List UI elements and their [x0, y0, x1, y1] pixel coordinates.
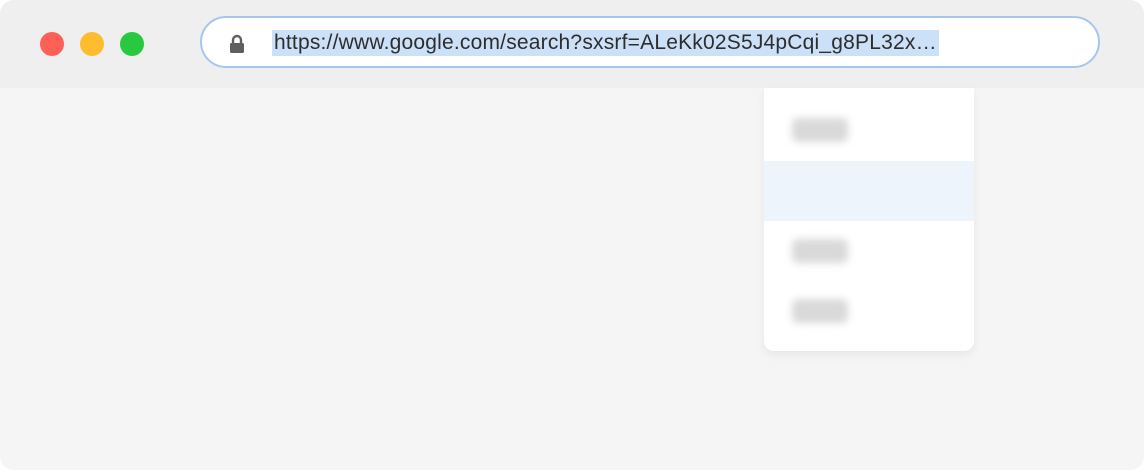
- address-bar[interactable]: https://www.google.com/search?sxsrf=ALeK…: [200, 16, 1100, 68]
- zoom-button[interactable]: [120, 32, 144, 56]
- browser-toolbar: https://www.google.com/search?sxsrf=ALeK…: [0, 0, 1144, 88]
- blurred-label: [792, 118, 848, 142]
- minimize-button[interactable]: [80, 32, 104, 56]
- url-text[interactable]: https://www.google.com/search?sxsrf=ALeK…: [272, 30, 939, 56]
- dropdown-item[interactable]: [764, 100, 974, 160]
- dropdown-item-highlighted[interactable]: [764, 161, 974, 221]
- dropdown-item[interactable]: [764, 221, 974, 281]
- suggestion-dropdown: [764, 88, 974, 351]
- lock-icon: [230, 34, 244, 53]
- blurred-label: [792, 239, 848, 263]
- browser-window: https://www.google.com/search?sxsrf=ALeK…: [0, 0, 1144, 470]
- blurred-label: [792, 299, 848, 323]
- dropdown-item[interactable]: [764, 281, 974, 341]
- close-button[interactable]: [40, 32, 64, 56]
